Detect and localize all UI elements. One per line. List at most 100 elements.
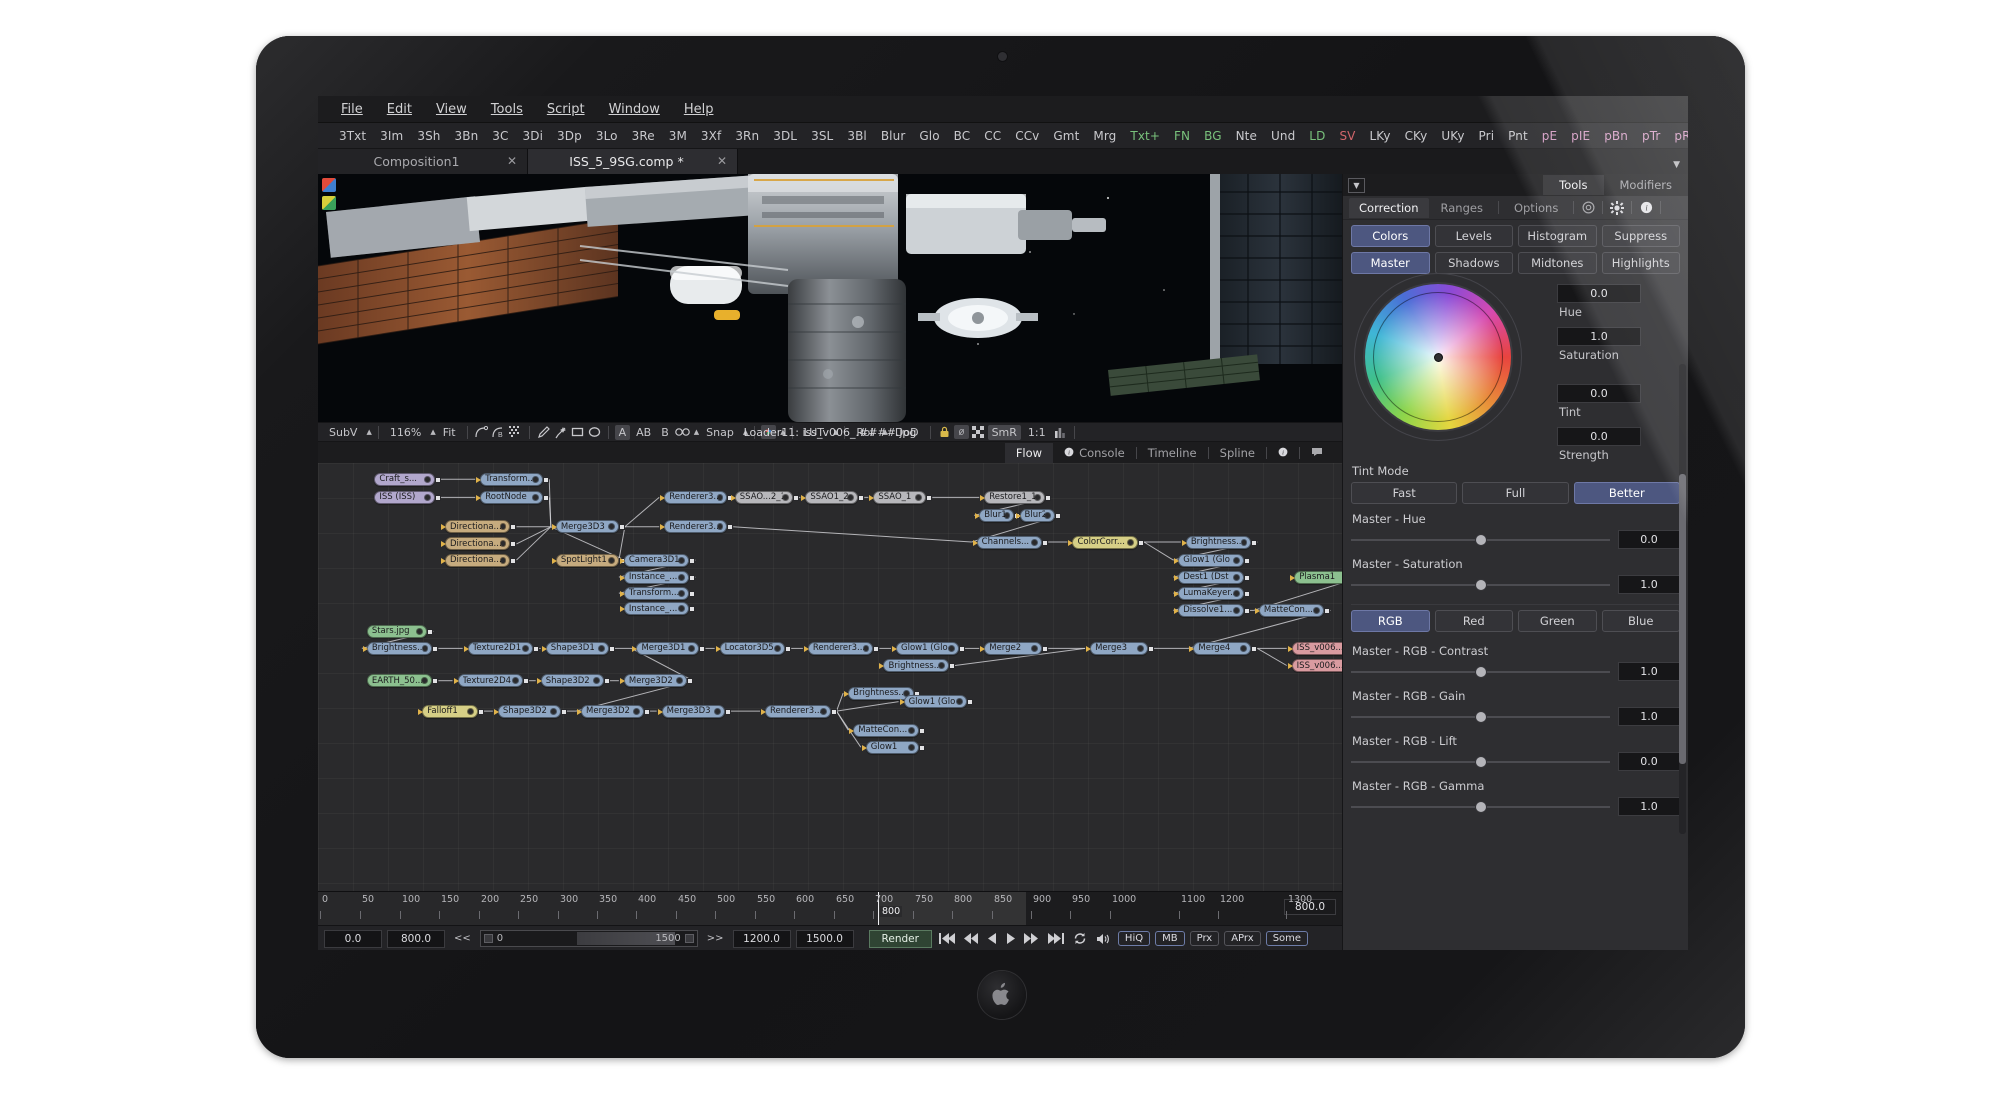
toolbar-button-3dl[interactable]: 3DL [766,127,804,145]
node-spotlight1[interactable]: SpotLight1 [551,553,625,567]
toolbar-button-3xf[interactable]: 3Xf [694,127,728,145]
toolbar-button-lky[interactable]: LKy [1362,127,1397,145]
node-input-arrow[interactable] [476,476,482,483]
node-merge3d3[interactable]: Merge3D3 [551,520,625,534]
toolbar-button-pe[interactable]: pE [1535,127,1564,145]
node-input-arrow[interactable] [440,524,446,531]
node-input-arrow[interactable] [551,524,557,531]
rgb-gain-value[interactable]: 1.0 [1618,707,1680,726]
node-input-arrow[interactable] [1068,539,1074,546]
timeline-ruler[interactable]: 800 800.0 0 50 100 150 200 250 300 350 400 450 500… [318,891,1342,925]
viewer-zoom-value[interactable]: 116% [385,425,426,440]
tab-timeline[interactable]: Timeline [1137,443,1208,463]
toggle-hiq[interactable]: HiQ [1117,931,1151,946]
node-texture2d1[interactable]: Texture2D1 [463,641,540,655]
node-output-knob[interactable] [593,678,599,684]
color-wheel-handle[interactable] [1433,352,1443,362]
eyedropper-icon[interactable] [536,425,551,439]
node-output-knob[interactable] [422,678,428,684]
node-brightness1[interactable]: Brightness... [1181,535,1258,549]
home-button[interactable] [978,971,1026,1019]
node-output-socket[interactable] [689,590,696,597]
node-output-knob[interactable] [1034,494,1040,500]
node-output-knob[interactable] [679,606,685,611]
viewer-fit-button[interactable]: Fit [438,425,461,440]
node-output-knob[interactable] [679,557,685,563]
node-output-knob[interactable] [679,590,685,596]
node-output-knob[interactable] [533,494,539,500]
node-output-knob[interactable] [424,476,430,482]
button-tint-fast[interactable]: Fast [1351,482,1458,504]
tab-tools[interactable]: Tools [1543,175,1604,195]
node-colorcorr[interactable]: ColorCorr... [1068,535,1144,549]
tab-ranges[interactable]: Ranges [1431,198,1493,218]
node-output-socket[interactable] [727,524,734,531]
node-merge3d1[interactable]: Merge3D1 [632,641,706,655]
range-prev-button[interactable]: << [450,933,475,944]
viewer-subview-button[interactable]: SubV [324,425,362,440]
toolbar-button-bg[interactable]: BG [1197,127,1229,145]
go-to-end-icon[interactable] [1046,933,1066,944]
chevron-down-icon[interactable]: ▼ [1348,177,1365,193]
node-input-arrow[interactable] [657,708,663,715]
node-output-socket[interactable] [1042,645,1049,652]
node-output-socket[interactable] [686,678,693,685]
button-shadows[interactable]: Shadows [1434,252,1513,274]
node-falloff[interactable]: Falloff1 [418,704,484,718]
node-output-socket[interactable] [510,557,517,564]
node-output-knob[interactable] [1314,607,1320,613]
range-handle-left[interactable] [483,934,493,943]
node-output-socket[interactable] [560,708,567,715]
checkerboard-icon[interactable] [971,425,986,439]
chevron-down-icon[interactable]: ▲ [780,428,785,436]
viewer-lut-button[interactable]: LUT [799,425,829,440]
node-channels[interactable]: Channels... [972,535,1049,549]
node-input-arrow[interactable] [1174,607,1180,614]
image-viewer[interactable] [318,174,1342,422]
node-output-socket[interactable] [510,541,517,548]
menu-item-file[interactable]: File [330,99,374,120]
node-input-arrow[interactable] [463,645,469,652]
toolbar-button-3sl[interactable]: 3SL [804,127,840,145]
node-merge4[interactable]: Merge4 [1189,641,1258,655]
play-icon[interactable] [1004,933,1017,944]
node-input-arrow[interactable] [980,645,986,652]
node-ssao21[interactable]: SSAO...2_1 [730,490,799,504]
node-output-knob[interactable] [676,678,682,684]
rgb-lift-slider[interactable] [1351,756,1610,767]
button-suppress[interactable]: Suppress [1601,225,1680,247]
global-out-field[interactable]: 800.0 [387,929,445,948]
rect-select-icon[interactable] [570,425,585,439]
node-output-knob[interactable] [523,645,529,651]
node-output-socket[interactable] [1243,590,1250,597]
viewer-roi-button[interactable]: RoI [851,425,878,440]
node-input-arrow[interactable] [660,524,666,531]
chevron-down-icon[interactable]: ▲ [743,428,748,436]
toolbar-button-3dp[interactable]: 3Dp [550,127,589,145]
toolbar-button-bc[interactable]: BC [947,127,978,145]
menu-item-help[interactable]: Help [673,99,725,120]
node-ssao1[interactable]: SSAO_1 [869,490,933,504]
node-output-knob[interactable] [848,494,854,500]
dither-grid-icon[interactable] [508,425,523,439]
node-input-arrow[interactable] [1174,557,1180,564]
node-output-socket[interactable] [1324,607,1331,614]
node-output-knob[interactable] [608,524,614,530]
toolbar-button-3di[interactable]: 3Di [516,127,551,145]
chevron-down-icon[interactable]: ▲ [430,428,435,436]
node-output-knob[interactable] [916,494,922,500]
master-saturation-slider[interactable] [1351,579,1610,590]
node-output-knob[interactable] [500,557,506,563]
button-green[interactable]: Green [1518,610,1597,632]
toolbar-button-3lo[interactable]: 3Lo [589,127,625,145]
node-output-knob[interactable] [1127,539,1133,545]
inspector-scrollbar[interactable] [1679,364,1686,834]
node-output-knob[interactable] [598,645,604,651]
node-input-arrow[interactable] [362,645,368,652]
toggle-prx[interactable]: Prx [1189,931,1220,946]
ellipse-select-icon[interactable] [587,425,602,439]
toolbar-button-3txt[interactable]: 3Txt [332,127,373,145]
node-output-knob[interactable] [1032,645,1038,651]
node-output-knob[interactable] [863,645,869,651]
node-output-knob[interactable] [1032,539,1038,545]
